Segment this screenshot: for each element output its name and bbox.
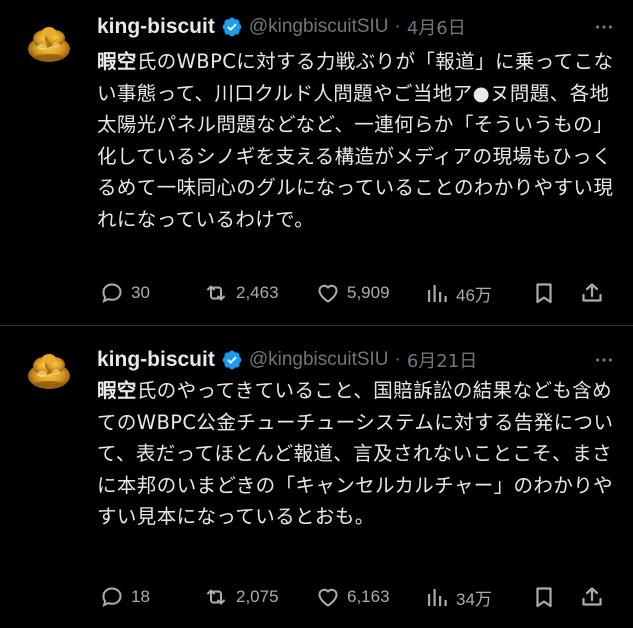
more-button[interactable]	[593, 12, 615, 42]
like-icon	[318, 588, 338, 607]
tweet-divider	[0, 325, 633, 326]
bookmark-button[interactable]	[532, 582, 556, 612]
retweet-button[interactable]: 2,075	[203, 582, 279, 612]
biscuit-avatar-image	[22, 17, 76, 71]
share-button[interactable]	[580, 582, 604, 612]
display-name[interactable]: king-biscuit	[97, 348, 215, 372]
retweet-count: 2,075	[236, 587, 279, 606]
views-icon	[428, 589, 447, 606]
retweet-count: 2,463	[236, 283, 279, 302]
reply-button[interactable]: 18	[100, 582, 150, 612]
avatar[interactable]	[22, 344, 76, 398]
bookmark-button[interactable]	[532, 278, 556, 308]
action-bar: 30 2,463 5,909 46万	[100, 278, 613, 308]
like-icon	[318, 284, 338, 303]
view-count: 34万	[456, 589, 492, 609]
like-count: 6,163	[347, 587, 390, 606]
share-button[interactable]	[580, 278, 604, 308]
tweet[interactable]: king-biscuit @kingbiscuitSIU · 4月6日 暇空氏の…	[0, 0, 633, 326]
tweet-header: king-biscuit @kingbiscuitSIU · 6月21日	[97, 345, 615, 375]
like-count: 5,909	[347, 283, 390, 302]
view-count: 46万	[456, 285, 492, 305]
reply-icon	[102, 283, 122, 303]
tweet-text: 暇空氏のやってきていること、国賠訴訟の結果なども含めてのWBPC公金チューチュー…	[97, 375, 617, 533]
action-bar: 18 2,075 6,163 34万	[100, 582, 613, 612]
mention-link[interactable]: 暇空	[97, 50, 137, 73]
more-icon	[595, 25, 613, 29]
like-button[interactable]: 5,909	[316, 278, 390, 308]
share-icon	[582, 587, 602, 606]
avatar[interactable]	[22, 17, 76, 71]
retweet-icon	[207, 285, 225, 301]
display-name[interactable]: king-biscuit	[97, 15, 215, 39]
views-icon	[428, 285, 447, 302]
biscuit-avatar-image	[22, 344, 76, 398]
tweet[interactable]: king-biscuit @kingbiscuitSIU · 6月21日 暇空氏…	[0, 327, 633, 628]
reply-count: 18	[131, 587, 150, 606]
separator-dot: ·	[394, 16, 401, 37]
handle[interactable]: @kingbiscuitSIU	[249, 349, 389, 371]
more-icon	[595, 358, 613, 362]
tweet-header: king-biscuit @kingbiscuitSIU · 4月6日	[97, 12, 615, 42]
handle[interactable]: @kingbiscuitSIU	[249, 16, 389, 38]
reply-icon	[102, 587, 122, 607]
timestamp[interactable]: 6月21日	[407, 347, 477, 373]
share-icon	[582, 283, 602, 302]
tweet-text-content: 氏のやってきていること、国賠訴訟の結果なども含めてのWBPC公金チューチューシス…	[97, 379, 614, 528]
verified-badge-icon	[222, 17, 242, 37]
views-button[interactable]: 34万	[425, 582, 492, 612]
reply-button[interactable]: 30	[100, 278, 150, 308]
bookmark-icon	[536, 283, 552, 304]
reply-count: 30	[131, 283, 150, 302]
like-button[interactable]: 6,163	[316, 582, 390, 612]
timestamp[interactable]: 4月6日	[407, 14, 466, 40]
retweet-icon	[207, 589, 225, 605]
bookmark-icon	[536, 587, 552, 608]
retweet-button[interactable]: 2,463	[203, 278, 279, 308]
views-button[interactable]: 46万	[425, 278, 492, 308]
tweet-text: 暇空氏のWBPCに対する力戦ぶりが「報道」に乗ってこない事態って、川口クルド人問…	[97, 46, 617, 235]
separator-dot: ·	[394, 349, 401, 370]
verified-badge-icon	[222, 350, 242, 370]
tweet-text-content: 氏のWBPCに対する力戦ぶりが「報道」に乗ってこない事態って、川口クルド人問題や…	[97, 50, 614, 231]
more-button[interactable]	[593, 345, 615, 375]
mention-link[interactable]: 暇空	[97, 379, 137, 402]
